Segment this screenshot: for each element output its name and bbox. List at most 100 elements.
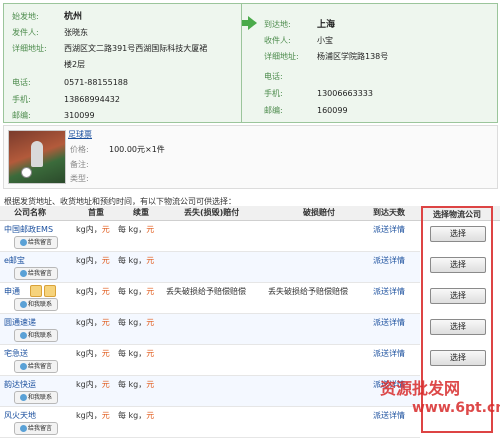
header-loss-compensation: 丢失(损毁)赔付 [184, 208, 240, 217]
company-name[interactable]: 宅急送 [4, 348, 28, 359]
table-row: 圆通速递 和我联系 kg内，元 每 kg，元 派送详情 [0, 314, 420, 345]
additional-weight: 每 kg，元 [118, 256, 155, 265]
company-name[interactable]: 风火天地 [4, 410, 36, 421]
message-button[interactable]: 给我留言 [14, 360, 58, 373]
additional-weight: 每 kg，元 [118, 225, 155, 234]
product-thumbnail[interactable] [8, 130, 66, 184]
chat-icon [19, 425, 27, 432]
sender-mobile-label: 手机: [12, 95, 31, 104]
sender-address-label: 详细地址: [12, 44, 47, 53]
sender-zip-label: 邮编: [12, 111, 31, 120]
receiver-label: 收件人: [264, 36, 291, 45]
header-select-company: 选择物流公司 [433, 210, 481, 219]
table-row: 韵达快运 和我联系 kg内，元 每 kg，元 派送详情 [0, 376, 420, 407]
price-value: 100.00元×1件 [109, 145, 165, 154]
loss-compensation: 丢失破损给予赔偿赔偿 [166, 287, 246, 296]
product-panel: 足球票 价格: 100.00元×1件 备注: 类型: [3, 125, 498, 189]
header-damage-compensation: 破损赔付 [303, 208, 335, 217]
table-row: 中国邮政EMS 给我留言 kg内，元 每 kg，元 派送详情 [0, 221, 420, 252]
additional-weight: 每 kg，元 [118, 349, 155, 358]
chat-icon [19, 332, 27, 339]
receiver-address-label: 详细地址: [264, 52, 299, 61]
sender-panel: 始发地: 杭州 发件人: 张晓东 详细地址: 西湖区文二路391号西湖国际科技大… [4, 4, 240, 122]
from-label: 始发地: [12, 12, 39, 21]
header-first-weight: 首重 [88, 208, 104, 217]
first-weight: kg内，元 [76, 256, 110, 265]
receiver-mobile-label: 手机: [264, 89, 283, 98]
select-button[interactable]: 选择 [430, 350, 486, 366]
chat-icon [19, 363, 27, 370]
from-value: 杭州 [64, 12, 83, 22]
company-name[interactable]: 圆通速递 [4, 317, 36, 328]
watermark-url: www.6pt.cn [412, 400, 500, 416]
delivery-detail-link[interactable]: 派送详情 [373, 348, 405, 359]
address-panel: 始发地: 杭州 发件人: 张晓东 详细地址: 西湖区文二路391号西湖国际科技大… [3, 3, 498, 123]
watermark: 资源批发网 [380, 379, 461, 398]
sender-address: 西湖区文二路391号西湖国际科技大厦裙 [64, 44, 208, 53]
company-name[interactable]: 韵达快运 [4, 379, 36, 390]
sender-name: 张晓东 [64, 28, 88, 37]
delivery-detail-link[interactable]: 派送详情 [373, 410, 405, 421]
additional-weight: 每 kg，元 [118, 287, 155, 296]
company-name[interactable]: 中国邮政EMS [4, 224, 53, 235]
product-title-link[interactable]: 足球票 [68, 129, 92, 140]
service-badge-icon [30, 285, 42, 297]
company-name[interactable]: e邮宝 [4, 255, 25, 266]
header-additional-weight: 续重 [133, 208, 149, 217]
chat-icon [19, 239, 27, 246]
select-button[interactable]: 选择 [430, 319, 486, 335]
receiver-zip: 160099 [317, 106, 348, 115]
type-label: 类型: [70, 174, 89, 183]
sender-mobile: 13868994432 [64, 95, 120, 104]
select-button[interactable]: 选择 [430, 226, 486, 242]
sender-phone-label: 电话: [12, 78, 31, 87]
sender-address-2: 楼2层 [64, 60, 86, 69]
receiver-panel: 到达地: 上海 收件人: 小宝 详细地址: 杨浦区学院路138号 电话: 手机:… [264, 4, 497, 122]
damage-compensation: 丢失破损给予赔偿赔偿 [268, 287, 348, 296]
additional-weight: 每 kg，元 [118, 411, 155, 420]
first-weight: kg内，元 [76, 225, 110, 234]
receiver-zip-label: 邮编: [264, 106, 283, 115]
chat-icon [19, 270, 27, 277]
sender-label: 发件人: [12, 28, 39, 37]
service-badge-icon [44, 285, 56, 297]
arrow-right-icon [248, 16, 257, 30]
message-button[interactable]: 给我留言 [14, 236, 58, 249]
sender-zip: 310099 [64, 111, 95, 120]
price-label: 价格: [70, 145, 89, 154]
table-row: e邮宝 给我留言 kg内，元 每 kg，元 派送详情 [0, 252, 420, 283]
select-button[interactable]: 选择 [430, 288, 486, 304]
to-label: 到达地: [264, 20, 291, 29]
player-figure [31, 141, 43, 167]
first-weight: kg内，元 [76, 349, 110, 358]
first-weight: kg内，元 [76, 380, 110, 389]
delivery-detail-link[interactable]: 派送详情 [373, 286, 405, 297]
contact-button[interactable]: 和我联系 [14, 298, 58, 311]
note-label: 备注: [70, 160, 89, 169]
delivery-detail-link[interactable]: 派送详情 [373, 255, 405, 266]
delivery-detail-link[interactable]: 派送详情 [373, 317, 405, 328]
table-row: 宅急送 给我留言 kg内，元 每 kg，元 派送详情 [0, 345, 420, 376]
message-button[interactable]: 给我留言 [14, 267, 58, 280]
delivery-detail-link[interactable]: 派送详情 [373, 224, 405, 235]
table-row: 申通 和我联系 kg内，元 每 kg，元 丢失破损给予赔偿赔偿 丢失破损给予赔偿… [0, 283, 420, 314]
additional-weight: 每 kg，元 [118, 318, 155, 327]
receiver-mobile: 13006663333 [317, 89, 373, 98]
sender-phone: 0571-88155188 [64, 78, 128, 87]
chat-icon [19, 394, 27, 401]
message-button[interactable]: 给我留言 [14, 422, 58, 435]
first-weight: kg内，元 [76, 318, 110, 327]
table-row: 风火天地 给我留言 kg内，元 每 kg，元 派送详情 [0, 407, 420, 438]
header-delivery-days: 到达天数 [373, 208, 405, 217]
header-company: 公司名称 [14, 208, 46, 217]
company-name[interactable]: 申通 [4, 286, 20, 297]
chat-icon [19, 301, 27, 308]
contact-button[interactable]: 和我联系 [14, 329, 58, 342]
receiver-address: 杨浦区学院路138号 [317, 52, 389, 61]
receiver-name: 小宝 [317, 36, 333, 45]
select-button[interactable]: 选择 [430, 257, 486, 273]
receiver-phone-label: 电话: [264, 72, 283, 81]
to-value: 上海 [317, 20, 336, 30]
first-weight: kg内，元 [76, 287, 110, 296]
contact-button[interactable]: 和我联系 [14, 391, 58, 404]
